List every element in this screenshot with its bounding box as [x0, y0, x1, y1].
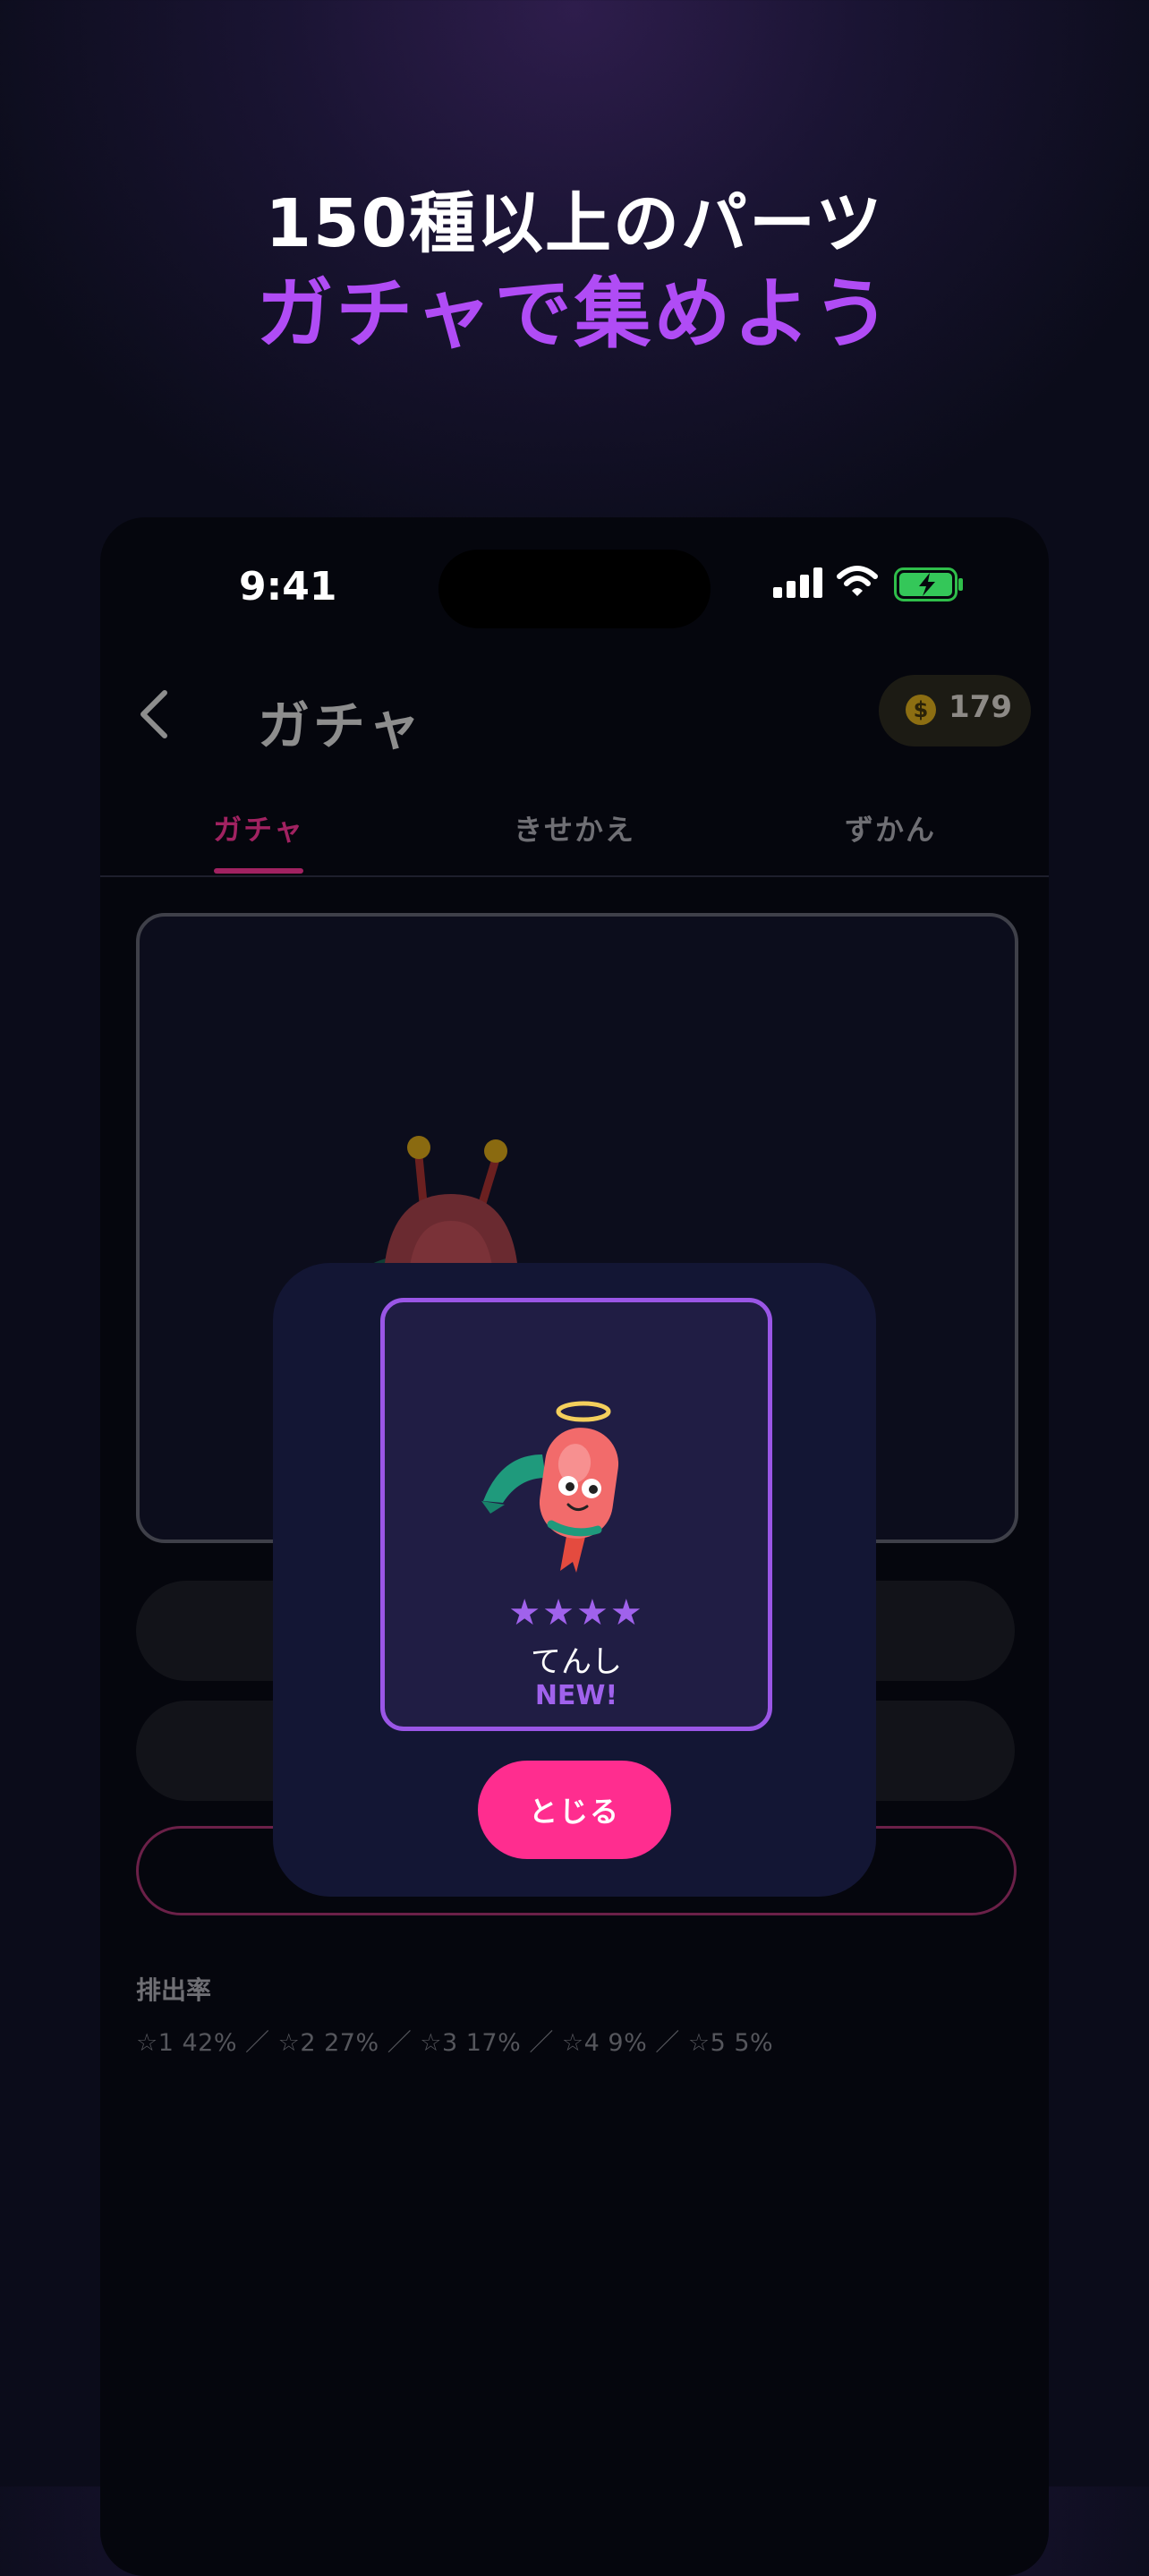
rarity-stars: ★★★★	[508, 1592, 644, 1633]
headline-line2: ガチャで集めよう	[256, 269, 893, 359]
dollar-coin-icon: $	[906, 695, 936, 725]
dynamic-island	[438, 550, 711, 628]
drop-rates-text: ☆1 42% ／ ☆2 27% ／ ☆3 17% ／ ☆4 9% ／ ☆5 5%	[136, 2029, 774, 2057]
tab-active-indicator	[214, 868, 303, 874]
wifi-icon	[837, 566, 878, 596]
new-badge: NEW!	[534, 1680, 618, 1711]
chevron-left-icon[interactable]	[138, 689, 170, 739]
page-title: ガチャ	[258, 695, 424, 756]
result-card: ★★★★ てんし NEW!	[380, 1298, 772, 1731]
angel-part-illustration	[481, 1401, 619, 1573]
coin-balance: $ 179	[879, 675, 1031, 746]
tab-kisekae[interactable]: きせかえ	[485, 807, 664, 849]
drop-rates-title: 排出率	[136, 1975, 212, 2005]
tab-gacha[interactable]: ガチャ	[169, 807, 348, 849]
nav-bar: ガチャ $ 179	[100, 670, 1049, 759]
close-button[interactable]: とじる	[478, 1761, 671, 1859]
status-time: 9:41	[239, 564, 337, 610]
tab-zukan[interactable]: ずかん	[801, 807, 980, 849]
battery-charging-icon	[894, 567, 963, 601]
status-bar: 9:41	[100, 517, 1049, 643]
coin-count: 179	[949, 689, 1012, 725]
gacha-result-modal: ★★★★ てんし NEW! とじる	[273, 1263, 876, 1897]
cellular-signal-icon	[773, 567, 822, 598]
part-name: てんし	[531, 1644, 622, 1680]
tab-bar: ガチャ きせかえ ずかん	[100, 795, 1049, 877]
